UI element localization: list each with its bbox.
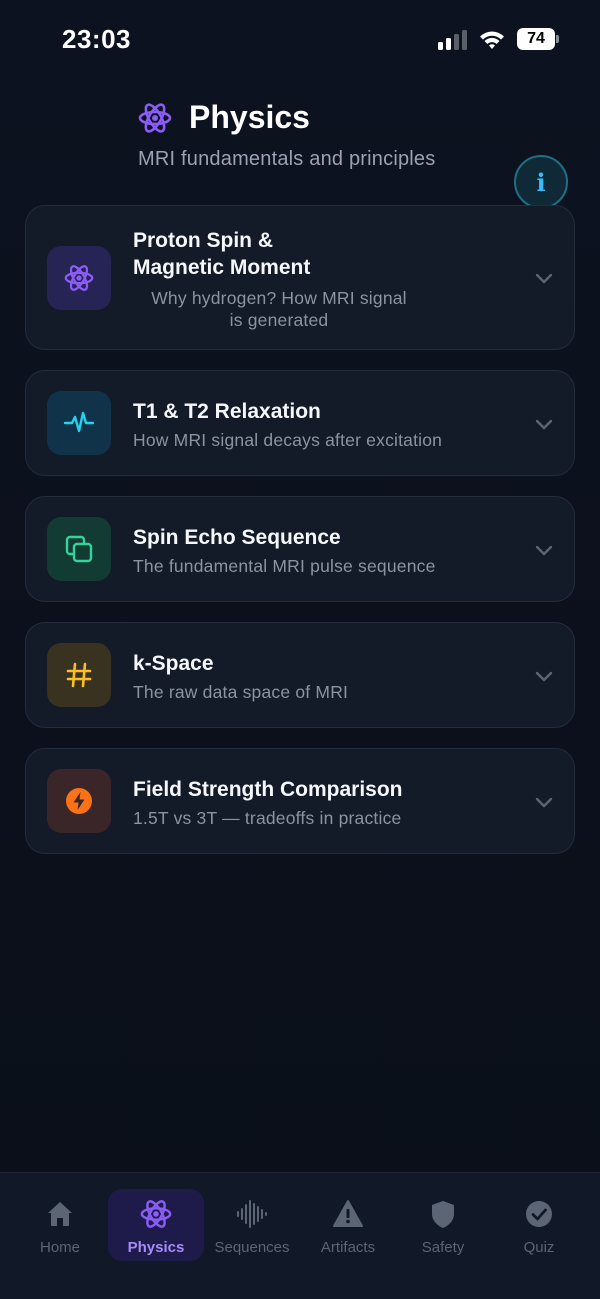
card-description: How MRI signal decays after excitation <box>133 430 443 450</box>
card-description: Why hydrogen? How MRI signal is generate… <box>151 288 407 330</box>
page-subtitle: MRI fundamentals and principles <box>138 148 436 170</box>
page-title: Physics <box>189 99 310 135</box>
battery-level: 74 <box>517 28 555 50</box>
bolt-icon <box>66 788 92 814</box>
battery-icon: 74 <box>517 28 559 50</box>
tab-sequences[interactable]: Sequences <box>204 1189 300 1261</box>
card-description: 1.5T vs 3T — tradeoffs in practice <box>133 808 402 828</box>
wifi-icon <box>480 31 504 49</box>
chevron-down-icon <box>535 671 553 682</box>
tab-label: Quiz <box>523 1239 555 1256</box>
atom-icon <box>138 103 172 133</box>
card-icon-tile <box>47 643 111 707</box>
home-icon <box>48 1202 72 1226</box>
card-icon-tile <box>47 517 111 581</box>
card-title: k-Space <box>133 652 214 675</box>
tab-artifacts[interactable]: Artifacts <box>300 1189 396 1261</box>
chevron-down-icon <box>535 273 553 284</box>
tab-bar: Home Physics Sequences Artifacts Safety … <box>0 1172 600 1299</box>
tab-quiz[interactable]: Quiz <box>491 1189 587 1261</box>
pulse-icon <box>63 411 95 433</box>
app-screen: 23:03 74 Physics MRI fundamentals and pr… <box>0 0 600 1299</box>
card-title: Field Strength Comparison <box>133 778 403 801</box>
card-icon-tile <box>47 246 111 310</box>
card-title: Proton Spin & Magnetic Moment <box>133 229 311 279</box>
tab-physics[interactable]: Physics <box>108 1189 204 1261</box>
info-button[interactable]: i <box>514 155 568 209</box>
card-title: Spin Echo Sequence <box>133 526 341 549</box>
atom-icon <box>64 265 94 291</box>
shield-icon <box>432 1201 454 1228</box>
check-circle-icon <box>526 1201 552 1227</box>
topic-card-field-strength[interactable]: Field Strength Comparison 1.5T vs 3T — t… <box>25 748 575 854</box>
cellular-signal-icon <box>438 30 468 50</box>
card-icon-tile <box>47 391 111 455</box>
warning-icon <box>333 1200 363 1227</box>
tab-home[interactable]: Home <box>12 1189 108 1261</box>
status-time: 23:03 <box>62 24 131 54</box>
topic-card-spin-echo[interactable]: Spin Echo Sequence The fundamental MRI p… <box>25 496 575 602</box>
card-icon-tile <box>47 769 111 833</box>
waveform-icon <box>237 1200 267 1228</box>
chevron-down-icon <box>535 545 553 556</box>
tab-safety[interactable]: Safety <box>395 1189 491 1261</box>
topic-card-k-space[interactable]: k-Space The raw data space of MRI <box>25 622 575 728</box>
chevron-down-icon <box>535 419 553 430</box>
topic-card-relaxation[interactable]: T1 & T2 Relaxation How MRI signal decays… <box>25 370 575 476</box>
layers-icon <box>65 535 93 563</box>
atom-icon <box>140 1200 172 1228</box>
card-description: The fundamental MRI pulse sequence <box>133 556 436 576</box>
card-description: The raw data space of MRI <box>133 682 349 702</box>
topic-card-proton-spin[interactable]: Proton Spin & Magnetic Moment Why hydrog… <box>25 205 575 350</box>
status-bar: 23:03 74 <box>0 0 600 80</box>
chevron-down-icon <box>535 797 553 808</box>
card-title: T1 & T2 Relaxation <box>133 400 321 423</box>
hash-icon <box>66 662 92 688</box>
info-icon: i <box>536 167 546 197</box>
